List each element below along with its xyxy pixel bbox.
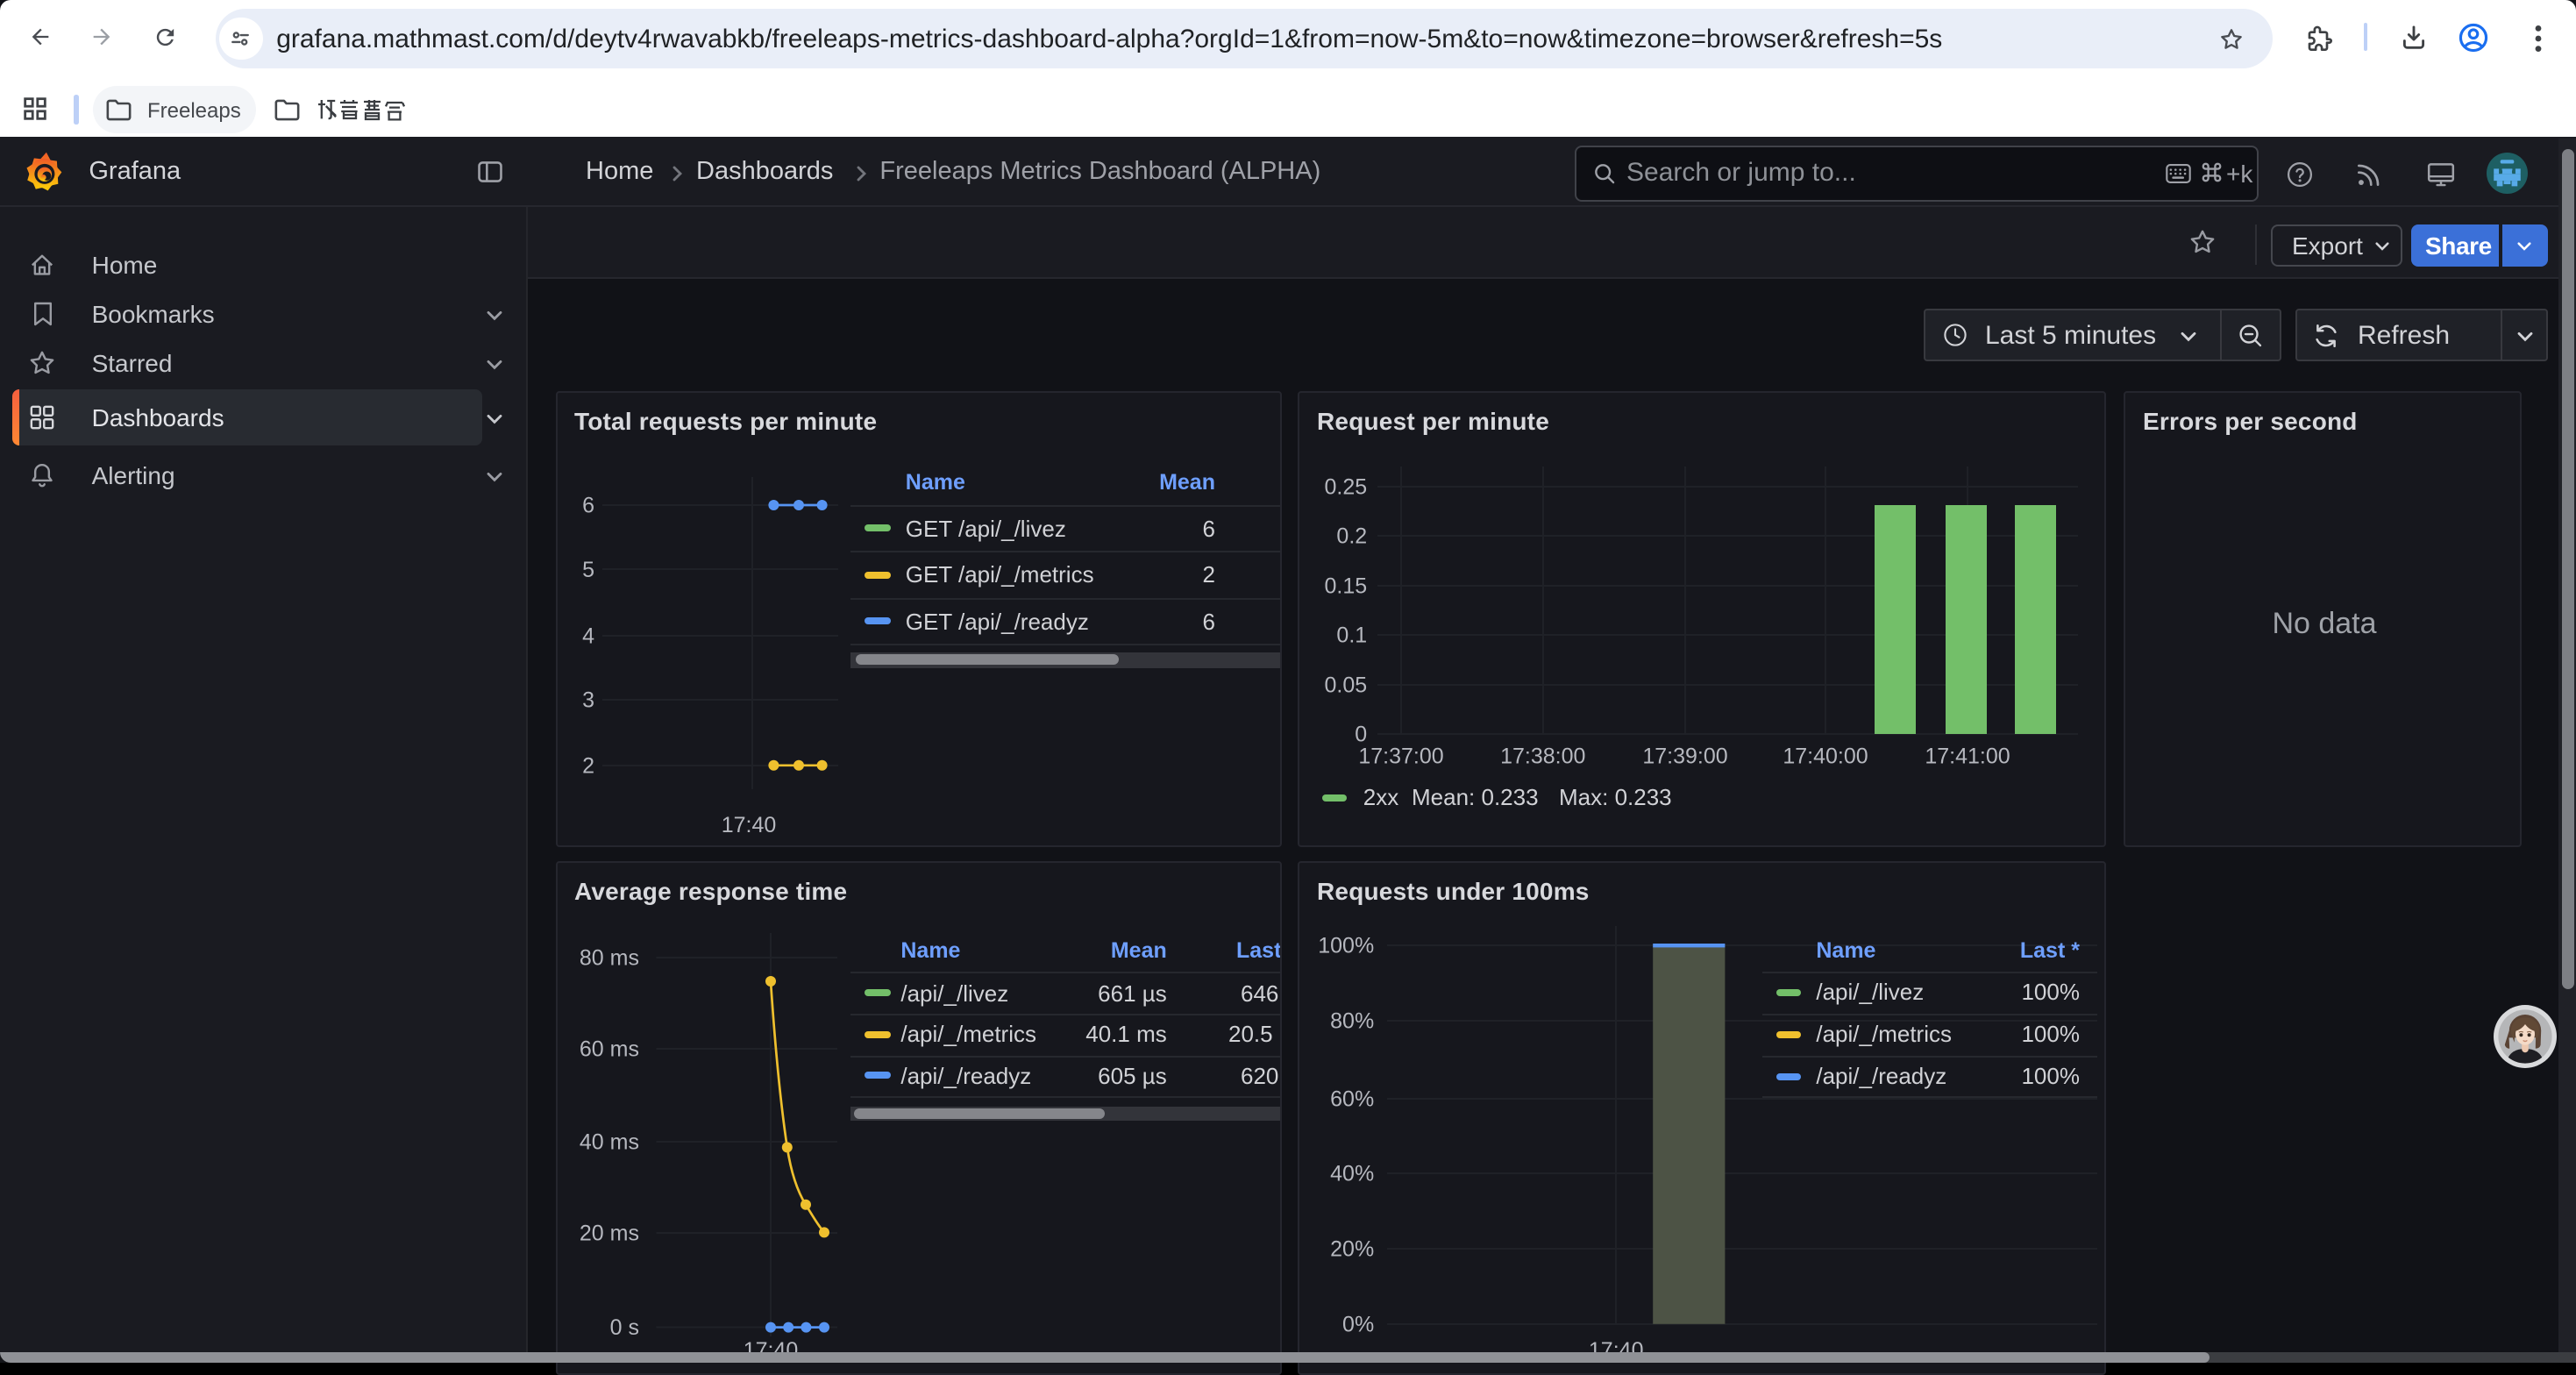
svg-text:60%: 60% <box>1330 1086 1374 1111</box>
svg-text:0: 0 <box>1355 723 1367 747</box>
svg-text:0%: 0% <box>1342 1312 1374 1336</box>
svg-text:0.2: 0.2 <box>1336 524 1367 549</box>
svg-text:0.05: 0.05 <box>1325 673 1368 698</box>
svg-text:0 s: 0 s <box>609 1315 638 1340</box>
svg-text:17:39:00: 17:39:00 <box>1642 744 1727 769</box>
svg-text:17:38:00: 17:38:00 <box>1500 744 1585 769</box>
svg-text:0.1: 0.1 <box>1336 623 1367 648</box>
svg-text:80 ms: 80 ms <box>579 946 638 971</box>
svg-text:3: 3 <box>581 688 594 713</box>
svg-text:0.25: 0.25 <box>1325 475 1368 500</box>
svg-text:40%: 40% <box>1330 1162 1374 1186</box>
svg-text:20%: 20% <box>1330 1237 1374 1262</box>
svg-text:5: 5 <box>581 558 594 582</box>
svg-text:80%: 80% <box>1330 1009 1374 1034</box>
svg-text:40 ms: 40 ms <box>579 1130 638 1155</box>
svg-text:4: 4 <box>581 623 594 648</box>
svg-text:100%: 100% <box>1318 934 1374 958</box>
svg-text:17:40: 17:40 <box>721 813 776 837</box>
svg-text:0.15: 0.15 <box>1325 574 1368 599</box>
svg-text:6: 6 <box>581 494 594 518</box>
svg-text:60 ms: 60 ms <box>579 1037 638 1062</box>
svg-text:17:37:00: 17:37:00 <box>1358 744 1443 769</box>
svg-text:20 ms: 20 ms <box>579 1222 638 1246</box>
svg-text:17:40:00: 17:40:00 <box>1783 744 1868 769</box>
svg-text:2: 2 <box>581 753 594 778</box>
svg-text:17:41:00: 17:41:00 <box>1925 744 2010 769</box>
